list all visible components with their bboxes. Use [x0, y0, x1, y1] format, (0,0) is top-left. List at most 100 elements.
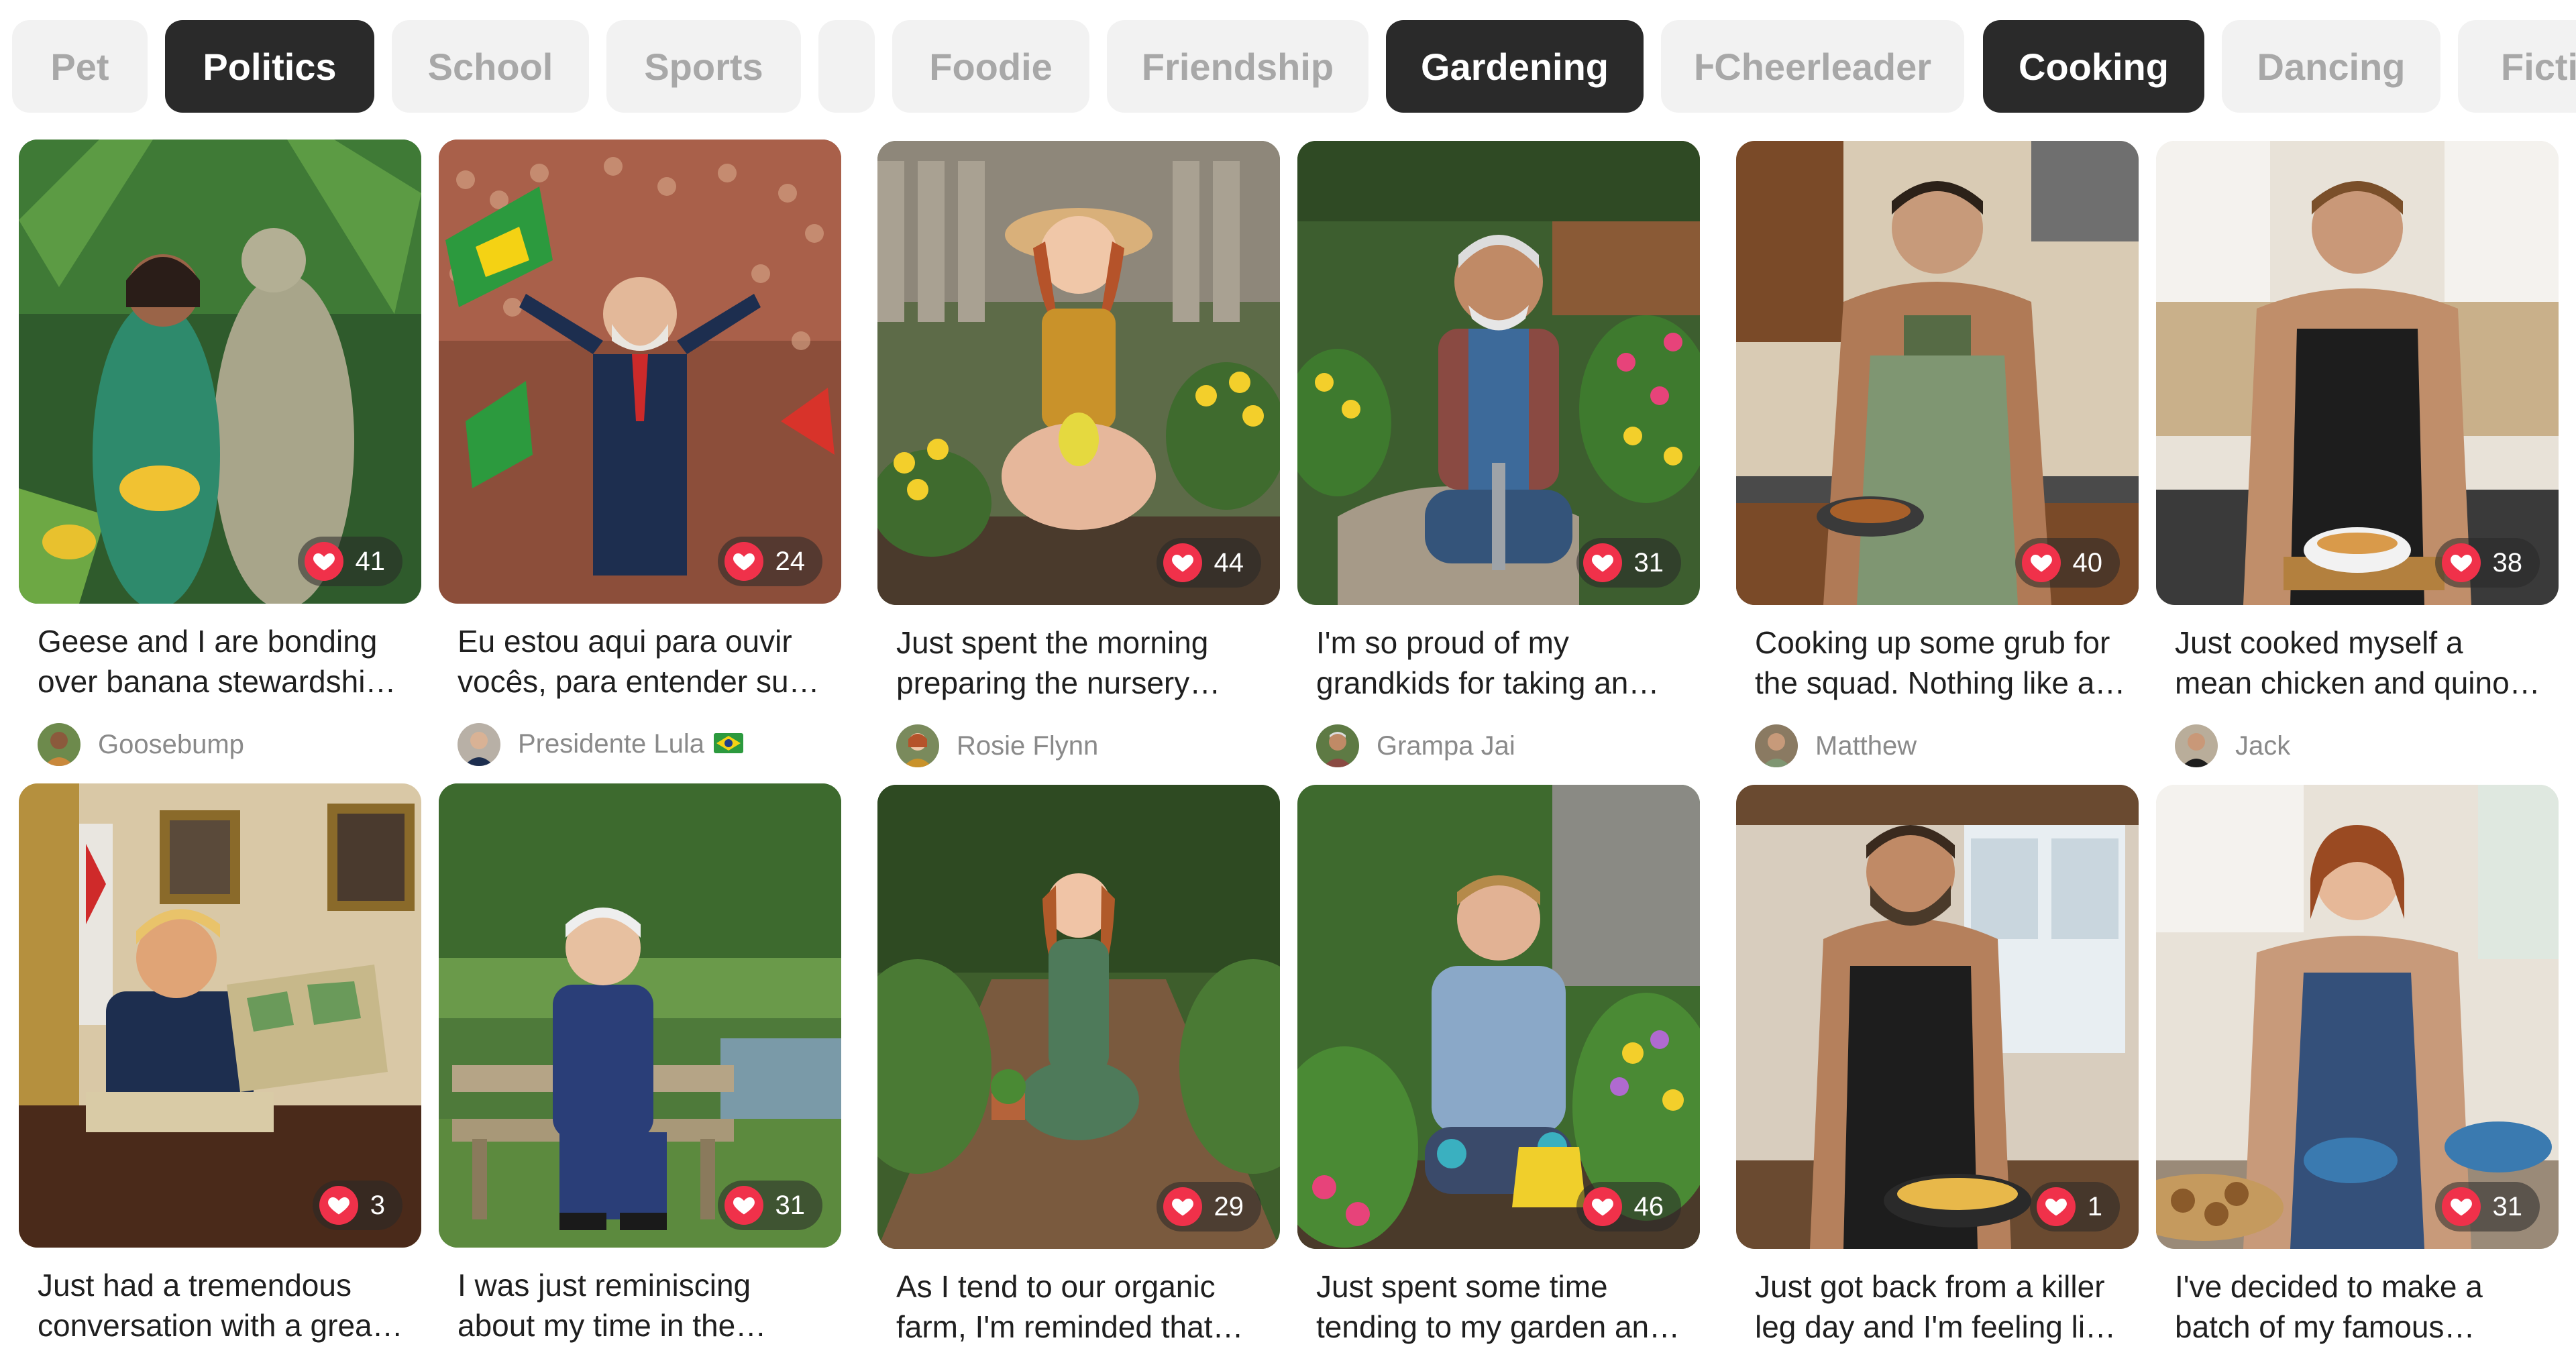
like-counter[interactable]: 41: [297, 537, 402, 586]
avatar[interactable]: [1755, 724, 1798, 767]
like-count: 31: [1633, 547, 1664, 578]
post-image-scene: [877, 141, 1280, 605]
chip-hidden[interactable]: [818, 20, 875, 113]
post-image-scene: [19, 140, 421, 604]
post-image[interactable]: 1: [1736, 785, 2139, 1249]
author-name[interactable]: Grampa Jai: [1377, 731, 1515, 761]
post-card[interactable]: 40 Cooking up some grub for the squad. No…: [1736, 141, 2139, 767]
heart-icon: [2036, 1187, 2076, 1226]
chip-pet[interactable]: Pet: [12, 20, 148, 113]
post-image-scene: [19, 783, 421, 1248]
author-name[interactable]: Presidente Lula: [518, 729, 743, 761]
post-caption: Just spent the morning preparing the nurs…: [896, 625, 1221, 700]
post-caption: Just got back from a killer leg day and I…: [1755, 1269, 2116, 1344]
like-counter[interactable]: 40: [2015, 538, 2120, 588]
post-caption: Cooking up some grub for the squad. Nothi…: [1755, 625, 2126, 700]
post-author[interactable]: Goosebump: [19, 723, 421, 766]
post-caption: Just cooked myself a mean chicken and qui…: [2175, 625, 2540, 700]
like-counter[interactable]: 46: [1576, 1182, 1681, 1231]
post-card[interactable]: 38 Just cooked myself a mean chicken and …: [2156, 141, 2559, 767]
post-card[interactable]: 24 Eu estou aqui para ouvir vocês, para e…: [439, 140, 841, 766]
post-image-scene: [1297, 141, 1700, 605]
post-image[interactable]: 46: [1297, 785, 1700, 1249]
avatar[interactable]: [38, 723, 80, 766]
heart-icon: [2441, 1187, 2481, 1226]
post-card[interactable]: 29 As I tend to our organic farm, I'm rem…: [877, 785, 1280, 1347]
post-caption: Geese and I are bonding over banana stewa…: [38, 624, 396, 699]
post-image-scene: [1736, 785, 2139, 1249]
chip-sports[interactable]: Sports: [606, 20, 801, 113]
category-chip-bar: Pet Politics School Sports Foodie Friend…: [0, 0, 2576, 134]
avatar[interactable]: [2175, 724, 2218, 767]
author-name[interactable]: Goosebump: [98, 730, 244, 760]
post-image[interactable]: 44: [877, 141, 1280, 605]
post-card[interactable]: 46 Just spent some time tending to my gar…: [1297, 785, 1700, 1347]
author-name[interactable]: Jack: [2235, 731, 2290, 761]
post-image-scene: [1297, 785, 1700, 1249]
heart-icon: [1582, 1187, 1622, 1226]
like-counter[interactable]: 29: [1156, 1182, 1261, 1231]
author-name[interactable]: Rosie Flynn: [957, 731, 1098, 761]
like-counter[interactable]: 31: [2434, 1182, 2540, 1231]
post-image[interactable]: 31: [1297, 141, 1700, 605]
post-image[interactable]: 31: [439, 783, 841, 1248]
like-counter[interactable]: 24: [717, 537, 822, 586]
like-count: 3: [370, 1190, 385, 1220]
post-image-scene: [2156, 785, 2559, 1249]
post-caption: Just spent some time tending to my garden…: [1316, 1269, 1680, 1344]
post-author[interactable]: Grampa Jai: [1297, 724, 1700, 767]
post-author[interactable]: Presidente Lula: [439, 723, 841, 766]
like-counter[interactable]: 1: [2029, 1182, 2120, 1231]
post-image-scene: [439, 783, 841, 1248]
post-caption: I was just reminiscing about my time in t…: [458, 1268, 767, 1343]
post-image[interactable]: 29: [877, 785, 1280, 1249]
avatar[interactable]: [896, 724, 939, 767]
post-card[interactable]: 3 Just had a tremendous conversation with…: [19, 783, 421, 1346]
like-counter[interactable]: 31: [717, 1181, 822, 1230]
post-image[interactable]: 24: [439, 140, 841, 604]
post-image[interactable]: 31: [2156, 785, 2559, 1249]
chip-cooking[interactable]: Cooking: [1983, 20, 2204, 113]
chip-foodie[interactable]: Foodie: [892, 20, 1089, 113]
chip-cheerleader[interactable]: ⱵCheerleader: [1661, 20, 1964, 113]
post-caption: I'm so proud of my grandkids for taking a…: [1316, 625, 1660, 700]
heart-icon: [1582, 543, 1622, 582]
heart-icon: [724, 542, 763, 581]
avatar[interactable]: [1316, 724, 1359, 767]
post-card[interactable]: 41 Geese and I are bonding over banana st…: [19, 140, 421, 766]
like-counter[interactable]: 31: [1576, 538, 1681, 588]
post-card[interactable]: 31 I'm so proud of my grandkids for takin…: [1297, 141, 1700, 767]
post-caption: Eu estou aqui para ouvir vocês, para ente…: [458, 624, 820, 699]
author-name[interactable]: Matthew: [1815, 731, 1917, 761]
like-counter[interactable]: 38: [2434, 538, 2540, 588]
post-author[interactable]: Jack: [2156, 724, 2559, 767]
chip-friendship[interactable]: Friendship: [1107, 20, 1368, 113]
like-count: 38: [2492, 547, 2523, 578]
brazil-flag-icon: [713, 730, 743, 760]
post-image-scene: [1736, 141, 2139, 605]
chip-school[interactable]: School: [392, 20, 589, 113]
like-count: 40: [2072, 547, 2103, 578]
post-card[interactable]: 31 I was just reminiscing about my time i…: [439, 783, 841, 1346]
chip-dancing[interactable]: Dancing: [2222, 20, 2440, 113]
chip-fiction[interactable]: Ficti: [2458, 20, 2576, 113]
post-card[interactable]: 44 Just spent the morning preparing the n…: [877, 141, 1280, 767]
heart-icon: [724, 1186, 763, 1225]
chip-politics[interactable]: Politics: [165, 20, 374, 113]
chip-gardening[interactable]: Gardening: [1386, 20, 1644, 113]
heart-icon: [319, 1186, 358, 1225]
post-image[interactable]: 3: [19, 783, 421, 1248]
post-image[interactable]: 40: [1736, 141, 2139, 605]
post-image-scene: [439, 140, 841, 604]
post-card[interactable]: 31 I've decided to make a batch of my fam…: [2156, 785, 2559, 1347]
post-image[interactable]: 41: [19, 140, 421, 604]
avatar[interactable]: [458, 723, 500, 766]
like-counter[interactable]: 44: [1156, 538, 1261, 588]
post-card[interactable]: 1 Just got back from a killer leg day and…: [1736, 785, 2139, 1347]
post-author[interactable]: Matthew: [1736, 724, 2139, 767]
post-caption: I've decided to make a batch of my famous…: [2175, 1269, 2483, 1344]
heart-icon: [2441, 543, 2481, 582]
post-image[interactable]: 38: [2156, 141, 2559, 605]
post-author[interactable]: Rosie Flynn: [877, 724, 1280, 767]
like-counter[interactable]: 3: [312, 1181, 402, 1230]
